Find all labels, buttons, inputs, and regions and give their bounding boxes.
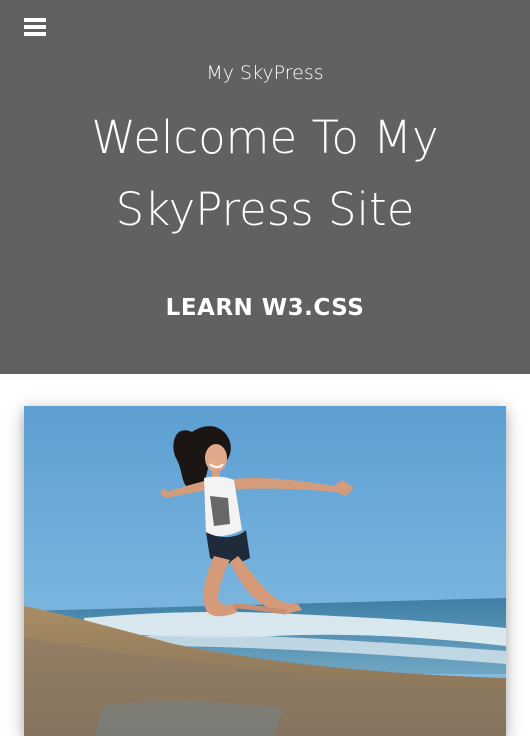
learn-w3css-link[interactable]: LEARN W3.CSS <box>0 292 530 324</box>
hamburger-menu-button[interactable] <box>24 12 60 42</box>
page-title-line-1: Welcome To My <box>91 111 439 164</box>
page-title: Welcome To My SkyPress Site <box>40 102 490 246</box>
site-header: My SkyPress Welcome To My SkyPress Site … <box>0 0 530 374</box>
site-name-link[interactable]: My SkyPress <box>0 60 530 86</box>
hamburger-menu-icon <box>24 18 46 36</box>
hero-image-card <box>24 406 506 736</box>
page-title-line-2: SkyPress Site <box>115 183 415 236</box>
woman-jumping-on-beach-photo <box>24 406 506 736</box>
